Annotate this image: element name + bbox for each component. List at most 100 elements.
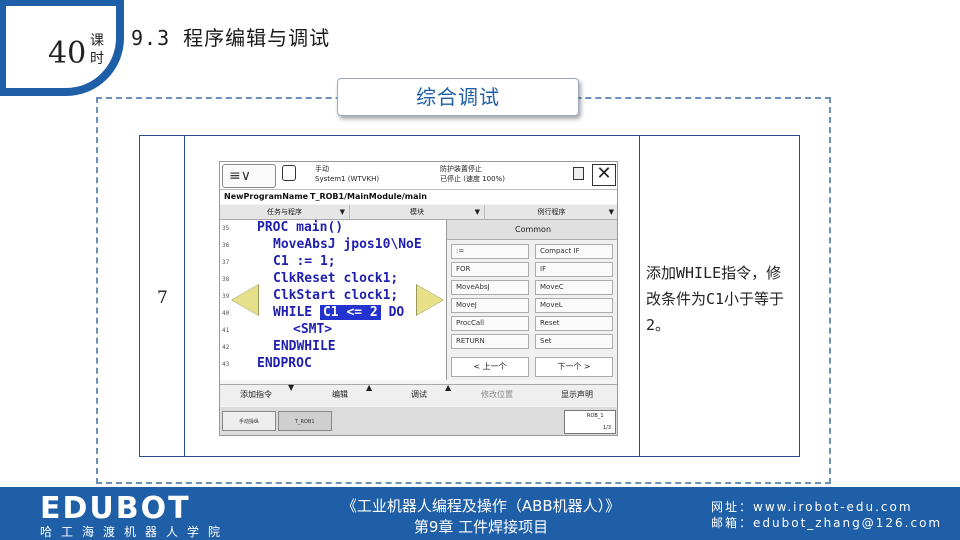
chevron-down-icon: ▼: [474, 208, 480, 216]
pendant-status-bar: ≡∨ 手动 System1 (WTVKH) 防护装置停止 已停止 (速度 100…: [220, 162, 617, 190]
chevron-down-icon: ▼: [608, 208, 614, 216]
show-declaration-button[interactable]: 显示声明: [561, 389, 593, 400]
code-line[interactable]: ClkStart clock1;: [273, 288, 398, 303]
do-keyword: DO: [388, 305, 405, 320]
edit-button[interactable]: 编辑 ▲: [332, 383, 372, 400]
show-declaration-label: 显示声明: [561, 390, 593, 399]
line-number: 39: [222, 293, 230, 300]
tab-modules-label: 模块: [410, 208, 424, 216]
chevron-down-icon: ▼: [339, 208, 345, 216]
command-item[interactable]: Reset: [535, 316, 613, 331]
routine-path: T_ROB1/MainModule/main: [310, 192, 427, 201]
code-line[interactable]: <SMT>: [293, 322, 332, 337]
taskbar-jogging[interactable]: 手动操纵: [222, 411, 276, 431]
line-number: 41: [222, 327, 230, 334]
command-item[interactable]: :=: [451, 244, 529, 259]
code-line[interactable]: ENDWHILE: [273, 339, 336, 354]
section-title: 9.3 程序编辑与调试: [131, 26, 331, 50]
book-title: 《工业机器人编程及操作（ABB机器人）》: [341, 497, 621, 515]
tab-modules[interactable]: 模块 ▼: [350, 205, 485, 220]
lesson-unit: 课时: [90, 33, 104, 67]
next-page-button[interactable]: 下一个 >: [535, 357, 613, 377]
command-item[interactable]: IF: [535, 262, 613, 277]
line-number: 37: [222, 259, 230, 266]
taskbar-program-editor[interactable]: T_ROB1 MainModule: [278, 411, 332, 431]
while-keyword: WHILE: [273, 305, 313, 320]
code-line-while[interactable]: WHILE C1 <= 2 DO: [273, 305, 404, 320]
line-number: 40: [222, 310, 230, 317]
triangle-down-icon: ▼: [288, 383, 295, 392]
pendant-tabs: 任务与程序 ▼ 模块 ▼ 例行程序 ▼: [220, 205, 617, 220]
tab-tasks-programs[interactable]: 任务与程序 ▼: [220, 205, 350, 220]
code-line[interactable]: C1 := 1;: [273, 254, 336, 269]
website[interactable]: 网址：www.irobot-edu.com: [711, 499, 942, 515]
previous-page-button[interactable]: < 上一个: [451, 357, 529, 377]
status-system: System1 (WTVKH): [315, 175, 380, 183]
panel-category[interactable]: Common: [447, 220, 617, 240]
command-item[interactable]: Set: [535, 334, 613, 349]
status-guard: 防护装置停止: [440, 165, 482, 173]
triangle-up-icon: ▲: [445, 383, 452, 392]
selected-condition[interactable]: C1 <= 2: [319, 305, 381, 320]
step-description: 添加WHILE指令，修改条件为C1小于等于2。: [646, 264, 785, 334]
tab-tasks-label: 任务与程序: [267, 208, 302, 216]
line-number: 36: [222, 242, 230, 249]
step-number-cell: 7: [140, 136, 185, 456]
arrow-right-icon[interactable]: [417, 285, 443, 315]
command-item[interactable]: MoveJ: [451, 298, 529, 313]
clipboard-icon[interactable]: [573, 167, 584, 180]
step-description-cell: 添加WHILE指令，修改条件为C1小于等于2。: [639, 136, 799, 456]
tab-routines[interactable]: 例行程序 ▼: [485, 205, 617, 220]
robot-unit-label: ROB_1: [587, 413, 604, 419]
status-left: 手动 System1 (WTVKH): [315, 164, 379, 184]
program-name: NewProgramName: [224, 192, 309, 201]
quickset-indicator[interactable]: ROB_1 1/3: [564, 410, 616, 434]
footer-bar: EDUBOT 哈工海渡机器人学院 《工业机器人编程及操作（ABB机器人）》 第9…: [0, 487, 960, 540]
status-right: 防护装置停止 已停止 (速度 100%): [440, 164, 505, 184]
subtitle-box: 综合调试: [337, 78, 579, 116]
email[interactable]: 邮箱：edubot_zhang@126.com: [711, 515, 942, 531]
command-item[interactable]: Compact IF: [535, 244, 613, 259]
status-mode: 手动: [315, 165, 329, 173]
command-item[interactable]: MoveL: [535, 298, 613, 313]
program-path-bar: NewProgramName T_ROB1/MainModule/main: [220, 190, 617, 204]
command-item[interactable]: ProcCall: [451, 316, 529, 331]
modify-position-button[interactable]: 修改位置: [481, 389, 513, 400]
command-item[interactable]: RETURN: [451, 334, 529, 349]
command-item[interactable]: MoveC: [535, 280, 613, 295]
code-line[interactable]: PROC main(): [257, 220, 343, 235]
pendant-command-bar: 添加指令 ▼ 编辑 ▲ 调试 ▲ 修改位置 显示声明: [220, 383, 617, 406]
code-line[interactable]: ENDPROC: [257, 356, 312, 371]
taskbar: 手动操纵 T_ROB1 MainModule ROB_1 1/3: [220, 407, 617, 435]
unit-fraction: 1/3: [603, 425, 612, 431]
add-instruction-label: 添加指令: [240, 390, 272, 399]
robot-icon: [282, 165, 296, 181]
edubot-logo: EDUBOT: [40, 491, 191, 526]
triangle-up-icon: ▲: [366, 383, 373, 392]
tab-routines-label: 例行程序: [537, 208, 566, 216]
teach-pendant-screen: ≡∨ 手动 System1 (WTVKH) 防护装置停止 已停止 (速度 100…: [219, 161, 618, 436]
line-number: 35: [222, 225, 230, 232]
chapter-title: 第9章 工件焊接项目: [413, 518, 549, 536]
command-item[interactable]: MoveAbsJ: [451, 280, 529, 295]
logo-subtitle: 哈工海渡机器人学院: [40, 525, 230, 539]
code-line[interactable]: ClkReset clock1;: [273, 271, 398, 286]
command-item[interactable]: FOR: [451, 262, 529, 277]
main-menu-button[interactable]: ≡∨: [222, 164, 276, 188]
line-number: 38: [222, 276, 230, 283]
debug-label: 调试: [411, 390, 427, 399]
code-line[interactable]: MoveAbsJ jpos10\NoE: [273, 237, 422, 252]
arrow-left-icon[interactable]: [232, 285, 258, 315]
edit-label: 编辑: [332, 390, 348, 399]
contact-info: 网址：www.irobot-edu.com 邮箱：edubot_zhang@12…: [711, 499, 942, 531]
debug-button[interactable]: 调试 ▲: [411, 383, 451, 400]
lesson-number: 40: [48, 36, 87, 71]
book-info: 《工业机器人编程及操作（ABB机器人）》 第9章 工件焊接项目: [296, 496, 666, 538]
close-button[interactable]: ✕: [592, 164, 616, 186]
add-instruction-button[interactable]: 添加指令 ▼: [240, 383, 294, 400]
step-number: 7: [157, 288, 168, 308]
instruction-panel: Common := Compact IF FOR IF MoveAbsJ Mov…: [446, 220, 617, 380]
line-number: 43: [222, 361, 230, 368]
status-speed: 已停止 (速度 100%): [440, 175, 505, 183]
modify-position-label: 修改位置: [481, 390, 513, 399]
